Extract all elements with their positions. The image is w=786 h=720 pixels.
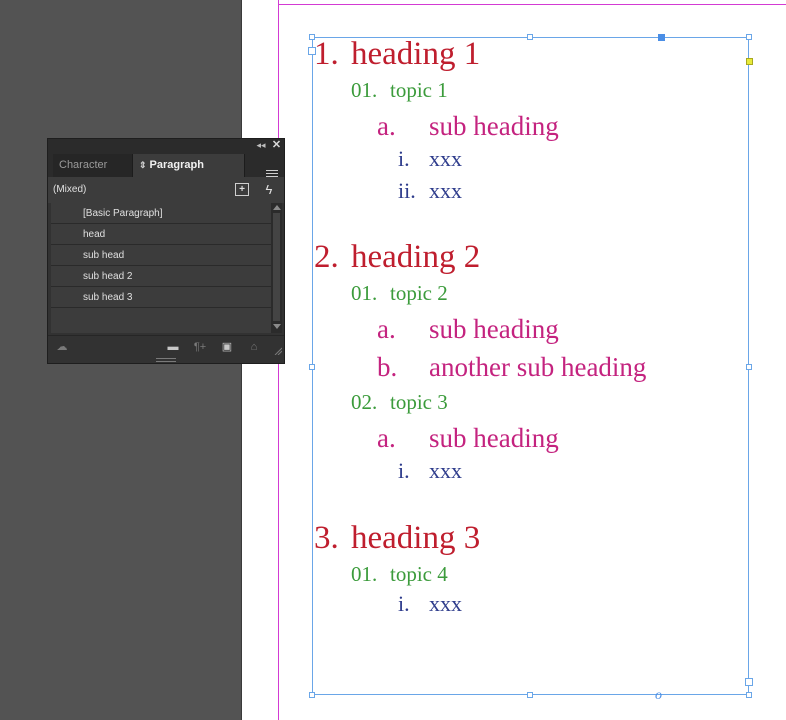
panel-title-bar[interactable] — [48, 139, 284, 152]
double-chevron-left-icon[interactable]: ◂◂ — [254, 139, 268, 152]
topic-text: topic 2 — [390, 281, 448, 305]
heading-text: heading 2 — [351, 239, 481, 275]
tab-paragraph-styles[interactable]: ⇕Paragraph Styles — [132, 154, 245, 177]
list-number: ii. — [398, 178, 416, 203]
style-list: [Basic Paragraph] head sub head sub head… — [51, 203, 271, 333]
list-number: a. — [377, 314, 396, 344]
list-number: a. — [377, 111, 396, 141]
current-style-row: (Mixed) + ϟ — [48, 177, 284, 203]
frame-handle-top-middle[interactable] — [527, 34, 533, 40]
item-text: xxx — [429, 591, 462, 616]
scroll-down-arrow-icon[interactable] — [273, 324, 281, 329]
list-number: a. — [377, 423, 396, 453]
style-list-scrollbar[interactable] — [271, 203, 282, 333]
scroll-thumb[interactable] — [273, 213, 280, 321]
style-name: sub head 3 — [83, 292, 133, 303]
list-number: i. — [398, 458, 410, 483]
create-new-style-plus-icon[interactable]: + — [235, 183, 249, 196]
current-style-label: (Mixed) — [53, 184, 87, 195]
list-number: 3. — [314, 520, 339, 556]
live-corner-handle[interactable] — [746, 58, 753, 65]
list-number: 01. — [351, 562, 378, 586]
list-number: 02. — [351, 390, 378, 414]
paragraph-styles-panel: ◂◂ ✕ Character Styl ⇕Paragraph Styles (M… — [47, 138, 285, 364]
frame-handle-top-right[interactable] — [746, 34, 752, 40]
scroll-up-arrow-icon[interactable] — [273, 205, 281, 210]
list-number: 01. — [351, 78, 378, 102]
heading-text: heading 3 — [351, 520, 481, 556]
panel-resize-handle[interactable] — [156, 358, 176, 362]
frame-out-port[interactable] — [745, 678, 753, 686]
style-name: sub head — [83, 250, 125, 261]
topic-text: topic 4 — [390, 562, 448, 586]
heading-text: heading 1 — [351, 36, 481, 72]
sub-heading-text: sub heading — [429, 423, 559, 453]
lightning-icon[interactable]: ϟ — [262, 182, 276, 197]
folder-icon[interactable]: ▬ — [165, 339, 181, 355]
frame-handle-bottom-left[interactable] — [309, 692, 315, 698]
up-down-arrows-icon: ⇕ — [139, 160, 147, 170]
style-name: [Basic Paragraph] — [83, 208, 163, 219]
frame-in-port[interactable] — [658, 34, 665, 41]
list-item-sub-head[interactable]: sub head — [51, 245, 271, 266]
list-number: b. — [377, 352, 398, 382]
tab-label: Character Styl — [59, 159, 108, 171]
close-icon[interactable]: ✕ — [270, 139, 283, 152]
list-number: 01. — [351, 281, 378, 305]
cc-libraries-icon[interactable]: ☁ — [54, 339, 70, 355]
list-item-sub-head-2[interactable]: sub head 2 — [51, 266, 271, 287]
overset-text-icon: o — [655, 688, 662, 703]
panel-footer: ☁ ▬ ¶+ ▣ ⌂ — [48, 335, 284, 358]
item-text: xxx — [429, 146, 462, 171]
tab-label: Paragraph Styles — [149, 159, 204, 171]
item-text: xxx — [429, 178, 462, 203]
trash-icon[interactable]: ⌂ — [246, 339, 262, 355]
frame-handle-middle-left[interactable] — [309, 364, 315, 370]
list-number: i. — [398, 146, 410, 171]
style-name: head — [83, 229, 106, 240]
item-text: xxx — [429, 458, 462, 483]
new-style-icon[interactable]: ▣ — [219, 339, 235, 355]
list-number: 2. — [314, 239, 339, 275]
sub-heading-text: sub heading — [429, 111, 559, 141]
panel-tabs: Character Styl ⇕Paragraph Styles — [48, 152, 284, 180]
tab-character-styles[interactable]: Character Styl — [53, 154, 133, 177]
clear-overrides-icon[interactable]: ¶+ — [191, 339, 209, 355]
frame-handle-middle-right[interactable] — [746, 364, 752, 370]
page-margin-guide-top — [278, 4, 786, 5]
sub-heading-text: sub heading — [429, 314, 559, 344]
topic-text: topic 3 — [390, 390, 448, 414]
frame-handle-bottom-middle[interactable] — [527, 692, 533, 698]
resize-grip-icon[interactable] — [274, 347, 282, 355]
list-number: 1. — [314, 36, 339, 72]
list-item-basic-paragraph[interactable]: [Basic Paragraph] — [51, 203, 271, 224]
topic-text: topic 1 — [390, 78, 448, 102]
frame-handle-bottom-right[interactable] — [746, 692, 752, 698]
sub-heading-text: another sub heading — [429, 352, 647, 382]
list-number: i. — [398, 591, 410, 616]
style-name: sub head 2 — [83, 271, 133, 282]
list-item-sub-head-3[interactable]: sub head 3 — [51, 287, 271, 308]
list-item-head[interactable]: head — [51, 224, 271, 245]
